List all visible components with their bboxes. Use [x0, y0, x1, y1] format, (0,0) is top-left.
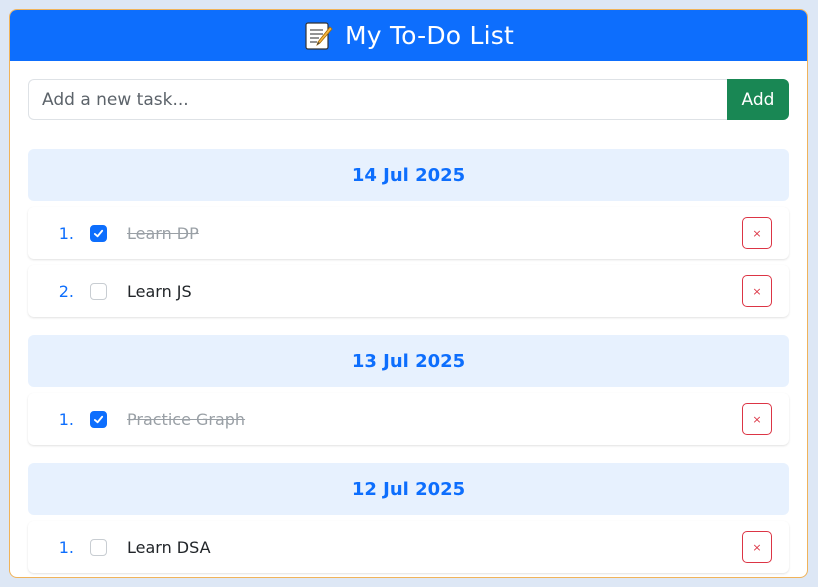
date-header: 13 Jul 2025 — [28, 335, 789, 387]
task-number: 1. — [58, 223, 74, 243]
task-label: Learn DP — [127, 223, 199, 243]
add-task-form: Add — [28, 79, 789, 120]
date-group: 12 Jul 2025 1. Learn DSA × — [28, 463, 789, 573]
task-label: Learn JS — [127, 281, 192, 301]
date-group: 14 Jul 2025 1. Learn DP × 2. Learn JS × — [28, 149, 789, 317]
delete-task-button[interactable]: × — [742, 403, 772, 435]
todo-card: My To-Do List Add 14 Jul 2025 1. Learn DP ×… — [9, 9, 808, 578]
new-task-input[interactable] — [28, 79, 727, 120]
task-checkbox[interactable] — [90, 282, 107, 300]
task-number: 1. — [58, 537, 74, 557]
memo-icon — [303, 21, 333, 51]
page-title: My To-Do List — [345, 21, 514, 50]
task-item: 1. Practice Graph × — [28, 393, 789, 445]
task-label: Practice Graph — [127, 409, 246, 429]
check-icon — [93, 415, 104, 423]
task-checkbox[interactable] — [90, 538, 107, 556]
delete-task-button[interactable]: × — [742, 217, 772, 249]
task-item: 1. Learn DP × — [28, 207, 789, 259]
task-label: Learn DSA — [127, 537, 211, 557]
task-item: 1. Learn DSA × — [28, 521, 789, 573]
task-groups: 14 Jul 2025 1. Learn DP × 2. Learn JS × 13 Jul … — [28, 149, 789, 573]
task-checkbox[interactable] — [90, 224, 107, 242]
card-header: My To-Do List — [10, 10, 807, 61]
delete-task-button[interactable]: × — [742, 275, 772, 307]
task-number: 2. — [58, 281, 74, 301]
card-body: Add 14 Jul 20251.Learn DP×2.Learn JS×13 … — [10, 61, 807, 573]
task-checkbox[interactable] — [90, 410, 107, 428]
add-task-button[interactable]: Add — [727, 79, 789, 120]
date-group: 13 Jul 2025 1. Practice Graph × — [28, 335, 789, 445]
check-icon — [93, 229, 104, 237]
task-number: 1. — [58, 409, 74, 429]
task-item: 2. Learn JS × — [28, 265, 789, 317]
date-header: 12 Jul 2025 — [28, 463, 789, 515]
date-header: 14 Jul 2025 — [28, 149, 789, 201]
delete-task-button[interactable]: × — [742, 531, 772, 563]
